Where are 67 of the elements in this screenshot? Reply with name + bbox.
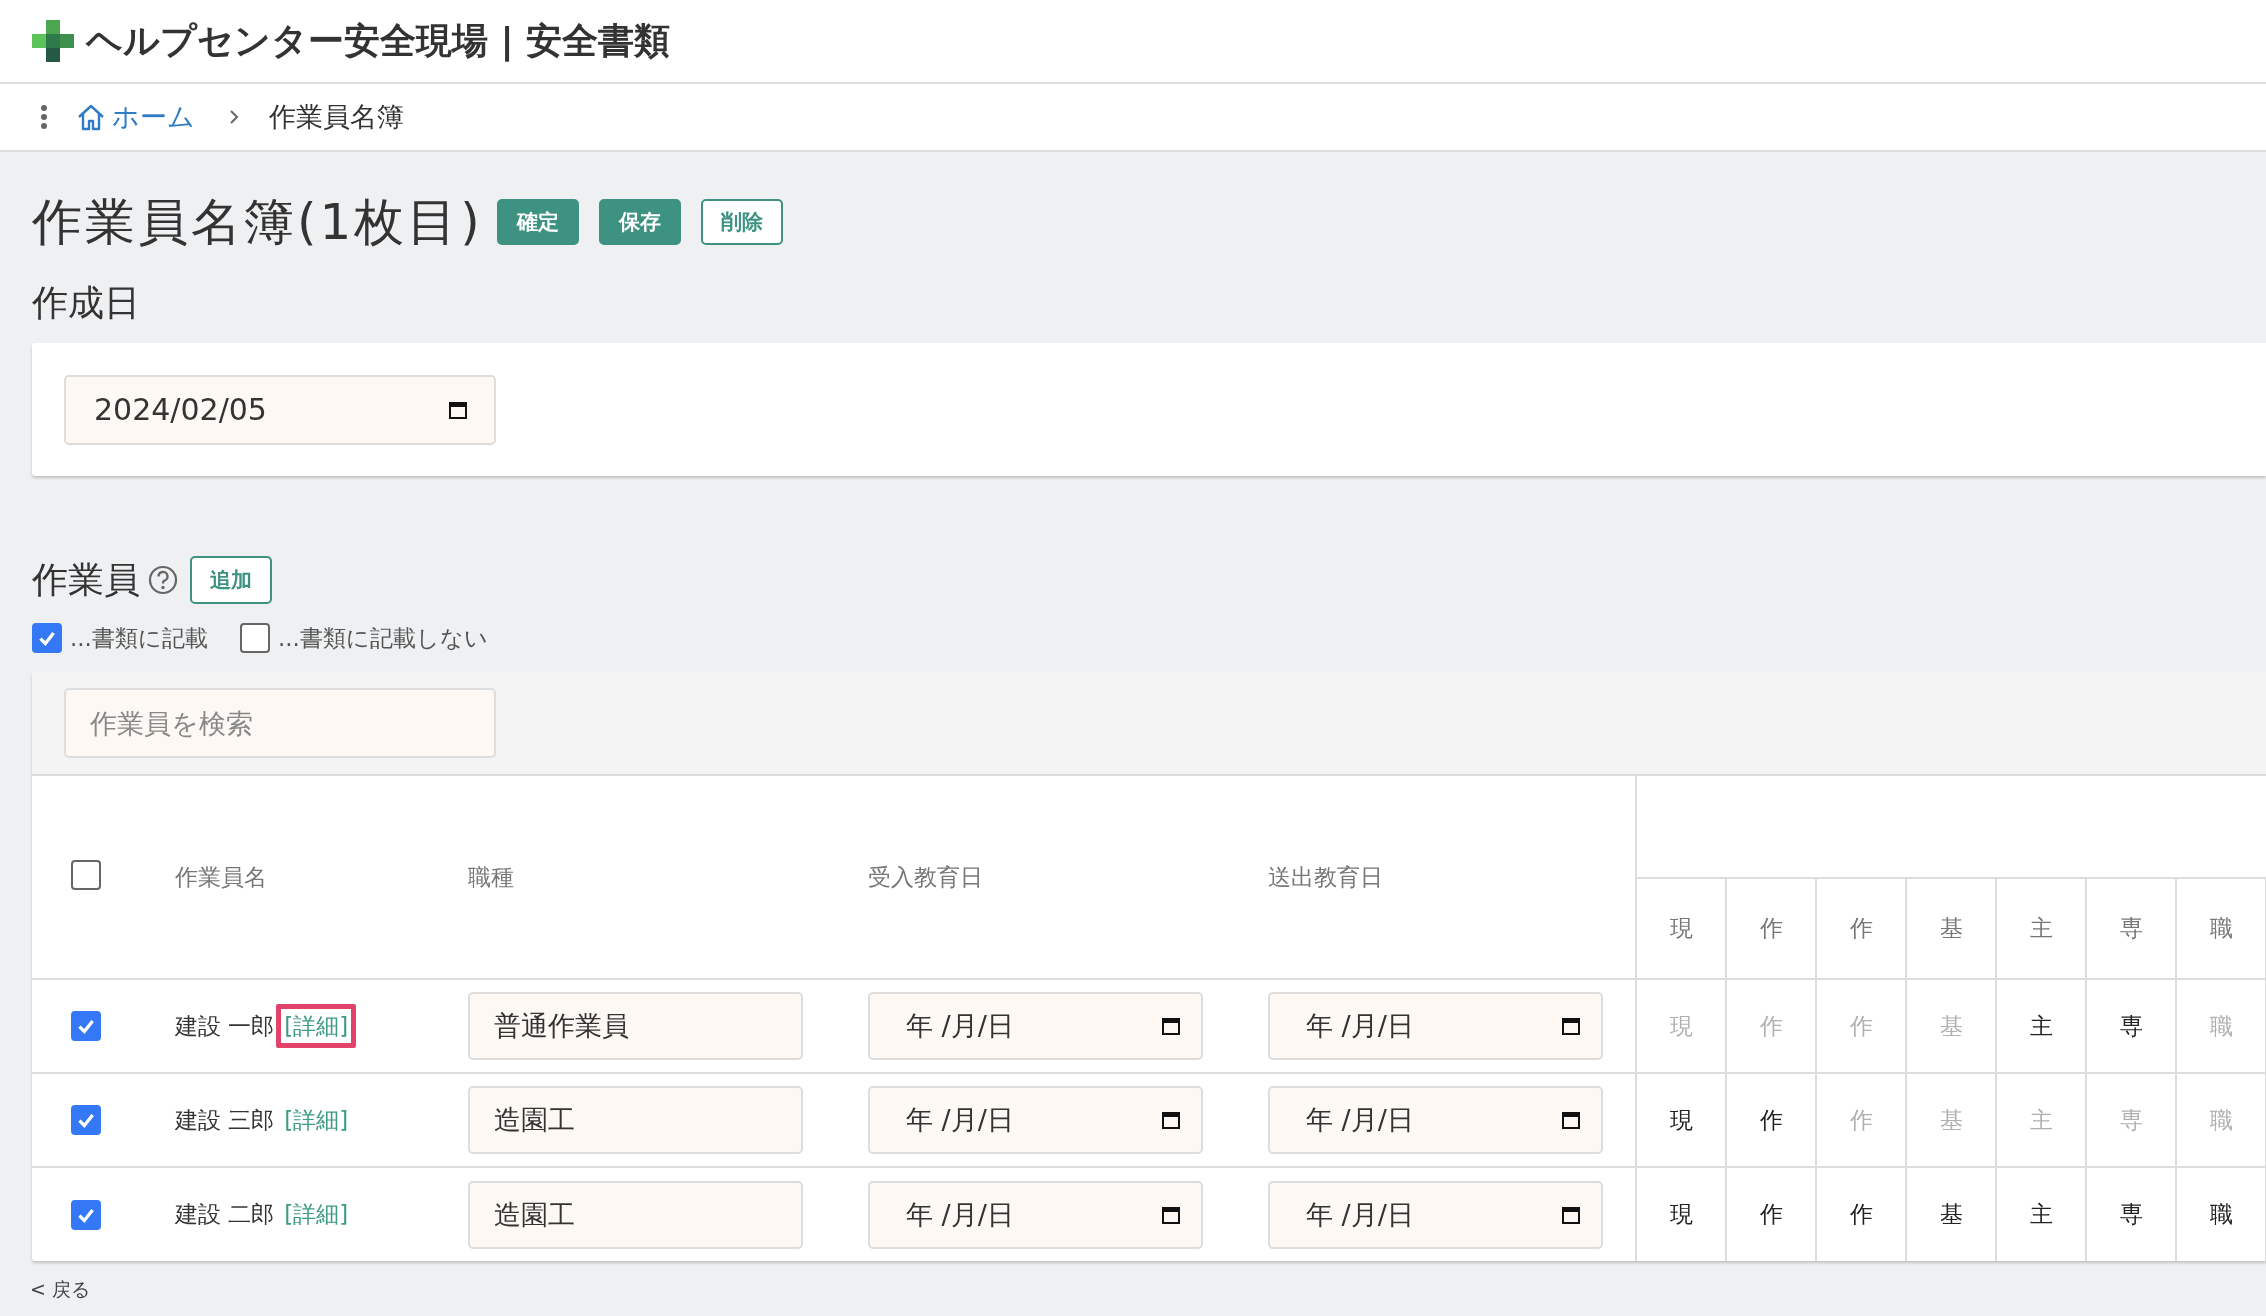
qualification-toggle[interactable]: 職: [2176, 1167, 2266, 1261]
qualification-toggle[interactable]: 作: [1726, 1073, 1816, 1167]
column-header: 受入教育日: [868, 863, 983, 890]
row-checkbox[interactable]: [71, 1011, 101, 1041]
worker-name: 建設 一郎: [175, 1012, 275, 1039]
column-header: 現: [1636, 878, 1726, 979]
date-field[interactable]: 年 /月/日: [868, 1086, 1203, 1154]
qualification-toggle[interactable]: 現: [1636, 1167, 1726, 1261]
column-header: 職種: [468, 863, 514, 890]
action-button[interactable]: 保存: [598, 199, 681, 245]
calendar-icon: [1561, 1204, 1581, 1225]
date-field[interactable]: 年 /月/日: [1268, 992, 1603, 1060]
qualification-toggle[interactable]: 主: [1996, 1167, 2086, 1261]
add-button[interactable]: 追加: [190, 556, 272, 604]
column-header: 作: [1726, 878, 1816, 979]
column-header: 送出教育日: [1268, 863, 1383, 890]
column-header: 基: [1906, 878, 1996, 979]
action-button[interactable]: 削除: [700, 199, 783, 245]
worker-name: 建設 三郎: [175, 1106, 275, 1133]
checkbox-label: ...書類に記載: [70, 623, 208, 653]
worker-name: 建設 二郎: [175, 1201, 275, 1227]
qualification-toggle[interactable]: 作: [1816, 1167, 1906, 1261]
section-label: 作業員: [32, 557, 140, 602]
date-field[interactable]: 年 /月/日: [1268, 1086, 1603, 1154]
home-icon: [76, 102, 106, 132]
more-icon[interactable]: [40, 104, 48, 130]
column-header: 作: [1816, 878, 1906, 979]
cross-logo-icon: [32, 20, 74, 62]
column-header: 職: [2176, 878, 2266, 979]
action-button[interactable]: 確定: [496, 199, 579, 245]
page-title: 作業員名簿(1枚目): [32, 191, 483, 253]
qualification-toggle[interactable]: 基: [1906, 1167, 1996, 1261]
calendar-icon: [1561, 1110, 1581, 1130]
app-title: ヘルプセンター安全現場 | 安全書類: [86, 18, 671, 64]
column-header: 専: [2086, 878, 2176, 979]
calendar-icon: [448, 399, 468, 420]
qualification-toggle[interactable]: 作: [1726, 1167, 1816, 1261]
row-checkbox[interactable]: [71, 1105, 101, 1135]
checkbox-label: ...書類に記載しない: [277, 623, 488, 653]
qualification-toggle[interactable]: 専: [2086, 979, 2176, 1073]
calendar-icon: [1161, 1110, 1181, 1130]
checkbox[interactable]: [32, 623, 62, 653]
breadcrumb-current: 作業員名簿: [269, 100, 404, 134]
calendar-icon: [1161, 1016, 1181, 1036]
qualification-toggle[interactable]: 主: [1996, 979, 2086, 1073]
column-header: 作業員名: [175, 863, 267, 890]
checkbox[interactable]: [239, 623, 270, 653]
search-field[interactable]: 作業員を検索: [64, 688, 496, 758]
job-field[interactable]: 造園工: [468, 1180, 803, 1249]
date-field[interactable]: 2024/02/05: [64, 374, 496, 445]
qualification-toggle[interactable]: 専: [2086, 1167, 2176, 1261]
section-label: 作成日: [32, 281, 141, 325]
row-checkbox[interactable]: [71, 1199, 101, 1230]
chevron-right-icon: [229, 109, 239, 125]
calendar-icon: [1561, 1016, 1581, 1036]
job-field[interactable]: 普通作業員: [468, 992, 803, 1060]
job-field[interactable]: 造園工: [468, 1086, 803, 1154]
qualification-toggle[interactable]: 現: [1636, 1073, 1726, 1167]
home-link[interactable]: ホーム: [76, 99, 195, 135]
help-icon[interactable]: [148, 565, 178, 595]
select-all-checkbox[interactable]: [71, 860, 101, 890]
date-field[interactable]: 年 /月/日: [868, 1180, 1203, 1249]
date-field[interactable]: 年 /月/日: [1268, 1180, 1603, 1249]
back-link[interactable]: < 戻る: [30, 1277, 2266, 1303]
column-header: 主: [1996, 878, 2086, 979]
calendar-icon: [1161, 1204, 1181, 1225]
date-field[interactable]: 年 /月/日: [868, 992, 1203, 1060]
